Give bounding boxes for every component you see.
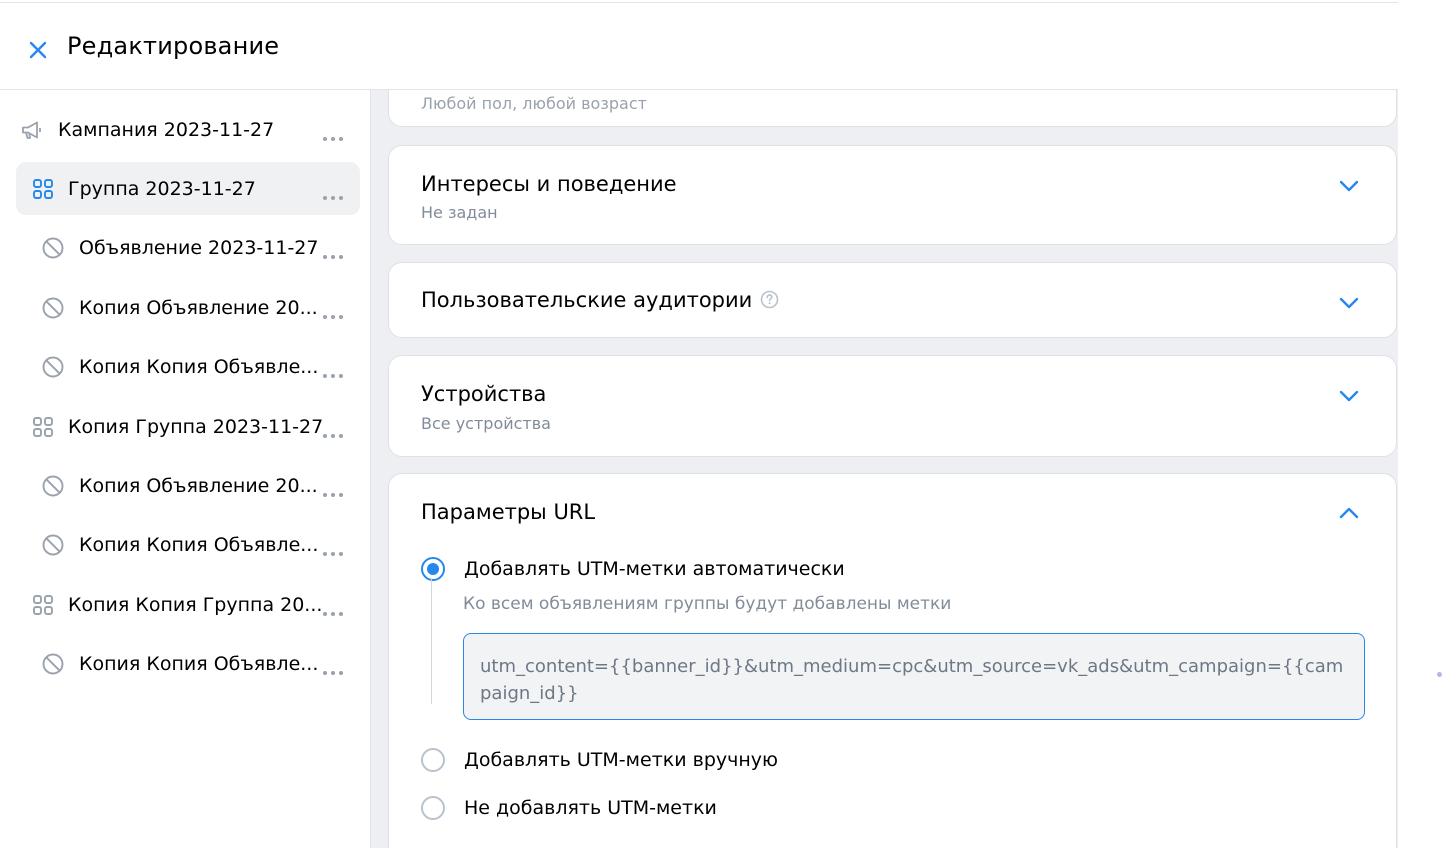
devices-summary: Все устройства: [421, 414, 551, 433]
custom-audiences-title: Пользовательские аудитории: [421, 288, 779, 312]
sidebar-item-label: Кампания 2023-11-27: [58, 118, 275, 141]
interests-summary: Не задан: [421, 203, 498, 222]
utm-none-label: Не добавлять UTM-метки: [464, 797, 717, 819]
more-options-icon[interactable]: [322, 245, 344, 259]
blocked-icon: [41, 296, 65, 320]
sidebar-tree: Кампания 2023-11-27 Группа 2023-11-27 Об…: [0, 90, 371, 848]
sidebar-item-label: Копия Копия Объявле...: [79, 533, 319, 556]
blocked-icon: [41, 355, 65, 379]
devices-card[interactable]: Устройства Все устройства: [388, 355, 1397, 457]
sidebar-item-group[interactable]: Копия Копия Группа 20...: [16, 578, 360, 631]
radio-checked[interactable]: [421, 557, 445, 581]
sidebar-item-ad[interactable]: Копия Объявление 20...: [16, 459, 360, 512]
sidebar-item-label: Группа 2023-11-27: [68, 177, 256, 200]
interests-card[interactable]: Интересы и поведение Не задан: [388, 145, 1397, 245]
demography-card[interactable]: Любой пол, любой возраст: [388, 90, 1397, 127]
more-options-icon[interactable]: [322, 483, 344, 497]
more-options-icon[interactable]: [322, 602, 344, 616]
utm-hint: Ко всем объявлениям группы будут добавле…: [463, 594, 952, 614]
utm-none-option[interactable]: Не добавлять UTM-метки: [421, 795, 717, 821]
url-params-title: Параметры URL: [421, 500, 596, 524]
sidebar-item-label: Копия Объявление 20...: [79, 474, 318, 497]
megaphone-icon: [20, 118, 44, 142]
interests-title: Интересы и поведение: [421, 172, 677, 196]
sidebar-item-ad[interactable]: Копия Копия Объявле...: [16, 637, 360, 690]
sidebar-item-label: Копия Копия Объявле...: [79, 652, 319, 675]
radio-unchecked[interactable]: [421, 796, 445, 820]
sidebar-item-ad[interactable]: Объявление 2023-11-27: [16, 221, 360, 274]
chevron-down-icon[interactable]: [1338, 385, 1360, 407]
page-title: Редактирование: [67, 32, 280, 60]
chevron-down-icon[interactable]: [1338, 292, 1360, 314]
help-icon[interactable]: [760, 290, 779, 309]
more-options-icon[interactable]: [322, 661, 344, 675]
blocked-icon: [41, 533, 65, 557]
demography-summary: Любой пол, любой возраст: [421, 94, 647, 113]
sidebar-item-label: Копия Копия Группа 20...: [68, 593, 323, 616]
blocked-icon: [41, 652, 65, 676]
sidebar-item-label: Копия Копия Объявле...: [79, 355, 319, 378]
app-root: Редактирование Кампания 2023-11-27 Групп…: [0, 0, 1444, 848]
sidebar-item-label: Объявление 2023-11-27: [79, 236, 319, 259]
utm-auto-option[interactable]: Добавлять UTM-метки автоматически: [421, 556, 845, 582]
more-options-icon[interactable]: [322, 542, 344, 556]
devices-title: Устройства: [421, 382, 547, 406]
more-options-icon[interactable]: [322, 305, 344, 319]
more-options-icon[interactable]: [322, 364, 344, 378]
sidebar-item-ad[interactable]: Копия Копия Объявле...: [16, 340, 360, 393]
grid-icon: [31, 415, 55, 439]
option-indent-line: [431, 578, 432, 704]
sidebar-item-ad[interactable]: Копия Объявление 20...: [16, 281, 360, 334]
sidebar-item-label: Копия Группа 2023-11-27: [68, 415, 324, 438]
custom-audiences-card[interactable]: Пользовательские аудитории: [388, 262, 1397, 338]
blocked-icon: [41, 236, 65, 260]
header: Редактирование: [0, 3, 1398, 90]
more-options-icon[interactable]: [322, 424, 344, 438]
sidebar-item-label: Копия Объявление 20...: [79, 296, 318, 319]
sidebar-item-group[interactable]: Группа 2023-11-27: [16, 162, 360, 215]
url-params-card: Параметры URL Добавлять UTM-метки автома…: [388, 473, 1397, 848]
utm-manual-label: Добавлять UTM-метки вручную: [464, 749, 779, 771]
close-icon[interactable]: [26, 38, 50, 62]
decorative-dot: [1437, 672, 1442, 677]
utm-manual-option[interactable]: Добавлять UTM-метки вручную: [421, 747, 778, 773]
main-content: Любой пол, любой возраст Интересы и пове…: [371, 90, 1398, 848]
sidebar-item-campaign[interactable]: Кампания 2023-11-27: [16, 103, 360, 156]
more-options-icon[interactable]: [322, 127, 344, 141]
utm-params-field[interactable]: utm_content={{banner_id}}&utm_medium=cpc…: [463, 633, 1365, 720]
sidebar-item-ad[interactable]: Копия Копия Объявле...: [16, 518, 360, 571]
grid-icon: [31, 177, 55, 201]
sidebar-item-group[interactable]: Копия Группа 2023-11-27: [16, 400, 360, 453]
more-options-icon[interactable]: [322, 186, 344, 200]
radio-unchecked[interactable]: [421, 748, 445, 772]
custom-audiences-label: Пользовательские аудитории: [421, 288, 753, 312]
blocked-icon: [41, 474, 65, 498]
grid-icon: [31, 593, 55, 617]
chevron-up-icon[interactable]: [1338, 502, 1360, 524]
chevron-down-icon[interactable]: [1338, 175, 1360, 197]
utm-auto-label: Добавлять UTM-метки автоматически: [464, 558, 845, 580]
